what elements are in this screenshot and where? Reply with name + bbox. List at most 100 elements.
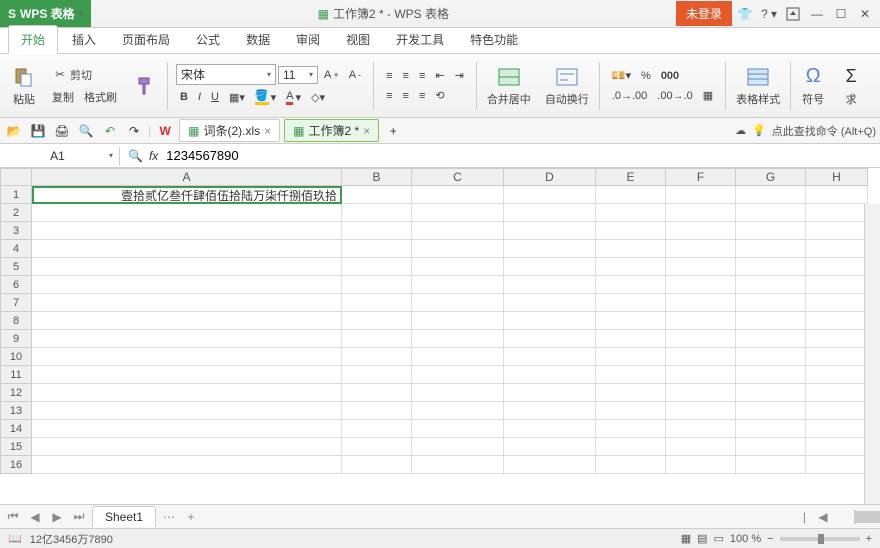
cell[interactable] xyxy=(806,204,868,222)
align-right-button[interactable]: ≡ xyxy=(415,87,429,105)
sheet-last-icon[interactable]: ⏭ xyxy=(70,508,88,526)
paste-button[interactable]: 粘贴 xyxy=(6,63,42,109)
clear-format-button[interactable]: ◇▾ xyxy=(307,88,329,106)
row-header[interactable]: 3 xyxy=(0,222,32,240)
cell[interactable] xyxy=(806,456,868,474)
col-header[interactable]: C xyxy=(412,168,504,186)
cell[interactable] xyxy=(596,276,666,294)
sum-button[interactable]: Σ 求 xyxy=(833,63,869,109)
cell[interactable] xyxy=(806,366,868,384)
underline-button[interactable]: U xyxy=(207,88,223,106)
percent-button[interactable]: % xyxy=(637,67,655,85)
cell[interactable] xyxy=(596,456,666,474)
cell[interactable] xyxy=(596,204,666,222)
cell[interactable] xyxy=(32,456,342,474)
align-bottom-button[interactable]: ≡ xyxy=(415,67,429,85)
col-header[interactable]: D xyxy=(504,168,596,186)
new-tab-icon[interactable]: + xyxy=(383,121,403,141)
zoom-in-icon[interactable]: + xyxy=(866,533,872,545)
cell[interactable] xyxy=(596,240,666,258)
cell[interactable]: 壹拾贰亿叁仟肆佰伍拾陆万柒仟捌佰玖拾 xyxy=(32,186,342,204)
row-header[interactable]: 5 xyxy=(0,258,32,276)
indent-decrease-button[interactable]: ⇤ xyxy=(431,67,448,85)
copy-button[interactable]: 复制 xyxy=(48,87,78,107)
cell[interactable] xyxy=(736,420,806,438)
cell[interactable] xyxy=(504,222,596,240)
cell[interactable] xyxy=(666,186,736,204)
row-header[interactable]: 10 xyxy=(0,348,32,366)
view-normal-icon[interactable]: ▦ xyxy=(681,532,691,545)
cell[interactable] xyxy=(596,330,666,348)
ribbon-tab-3[interactable]: 公式 xyxy=(184,26,232,53)
font-select[interactable]: 宋体▾ xyxy=(176,64,276,85)
cell[interactable] xyxy=(736,366,806,384)
vertical-scrollbar[interactable] xyxy=(864,204,880,504)
cell[interactable] xyxy=(412,366,504,384)
cell[interactable] xyxy=(666,384,736,402)
cell[interactable] xyxy=(412,276,504,294)
close-icon[interactable]: ✕ xyxy=(854,3,876,25)
sheet-first-icon[interactable]: ⏮ xyxy=(4,508,22,526)
row-header[interactable]: 15 xyxy=(0,438,32,456)
cell[interactable] xyxy=(504,294,596,312)
ribbon-tab-6[interactable]: 视图 xyxy=(334,26,382,53)
cell[interactable] xyxy=(412,258,504,276)
cell[interactable] xyxy=(596,420,666,438)
cell[interactable] xyxy=(412,384,504,402)
cell[interactable] xyxy=(32,312,342,330)
cell[interactable] xyxy=(412,312,504,330)
format-painter-button[interactable]: 格式刷 xyxy=(80,87,121,107)
cell[interactable] xyxy=(736,348,806,366)
ribbon-tab-4[interactable]: 数据 xyxy=(234,26,282,53)
cell[interactable] xyxy=(412,348,504,366)
cell[interactable] xyxy=(596,366,666,384)
font-color-button[interactable]: A▾ xyxy=(282,88,305,107)
cell[interactable] xyxy=(736,222,806,240)
orientation-button[interactable]: ⟲ xyxy=(431,87,448,105)
save-icon[interactable]: 💾 xyxy=(28,121,48,141)
cell[interactable] xyxy=(342,330,412,348)
login-button[interactable]: 未登录 xyxy=(676,1,732,26)
cell[interactable] xyxy=(32,420,342,438)
align-middle-button[interactable]: ≡ xyxy=(399,67,413,85)
cell[interactable] xyxy=(806,240,868,258)
cell[interactable] xyxy=(596,186,666,204)
comma-button[interactable]: 000 xyxy=(657,67,683,85)
cloud-icon[interactable]: ☁ xyxy=(735,124,746,137)
cell[interactable] xyxy=(342,276,412,294)
align-top-button[interactable]: ≡ xyxy=(382,67,396,85)
cell[interactable] xyxy=(666,366,736,384)
cell[interactable] xyxy=(412,204,504,222)
cell[interactable] xyxy=(342,258,412,276)
cell[interactable] xyxy=(666,330,736,348)
cell[interactable] xyxy=(32,348,342,366)
cell[interactable] xyxy=(342,294,412,312)
cell[interactable] xyxy=(342,312,412,330)
row-header[interactable]: 2 xyxy=(0,204,32,222)
cell[interactable] xyxy=(412,294,504,312)
cell[interactable] xyxy=(32,294,342,312)
select-all-corner[interactable] xyxy=(0,168,32,186)
cell[interactable] xyxy=(504,240,596,258)
cell[interactable] xyxy=(342,186,412,204)
cell[interactable] xyxy=(736,456,806,474)
collapse-ribbon-icon[interactable] xyxy=(782,3,804,25)
name-box[interactable]: A1 ▾ xyxy=(0,147,120,165)
cell[interactable] xyxy=(412,456,504,474)
row-header[interactable]: 4 xyxy=(0,240,32,258)
fx-search-icon[interactable]: 🔍 xyxy=(128,149,143,163)
skin-icon[interactable]: 👕 xyxy=(734,3,756,25)
decrease-decimal-button[interactable]: .00→.0 xyxy=(653,87,696,105)
cell[interactable] xyxy=(736,294,806,312)
cell[interactable] xyxy=(806,330,868,348)
zoom-slider[interactable] xyxy=(780,537,860,541)
sheet-next-icon[interactable]: ▶ xyxy=(48,508,66,526)
cell[interactable] xyxy=(412,330,504,348)
align-center-button[interactable]: ≡ xyxy=(399,87,413,105)
cell[interactable] xyxy=(666,348,736,366)
close-tab-icon[interactable]: × xyxy=(264,124,271,138)
app-badge[interactable]: S WPS 表格 ▾ xyxy=(0,0,91,27)
cell[interactable] xyxy=(736,240,806,258)
cell[interactable] xyxy=(504,258,596,276)
cell[interactable] xyxy=(596,312,666,330)
